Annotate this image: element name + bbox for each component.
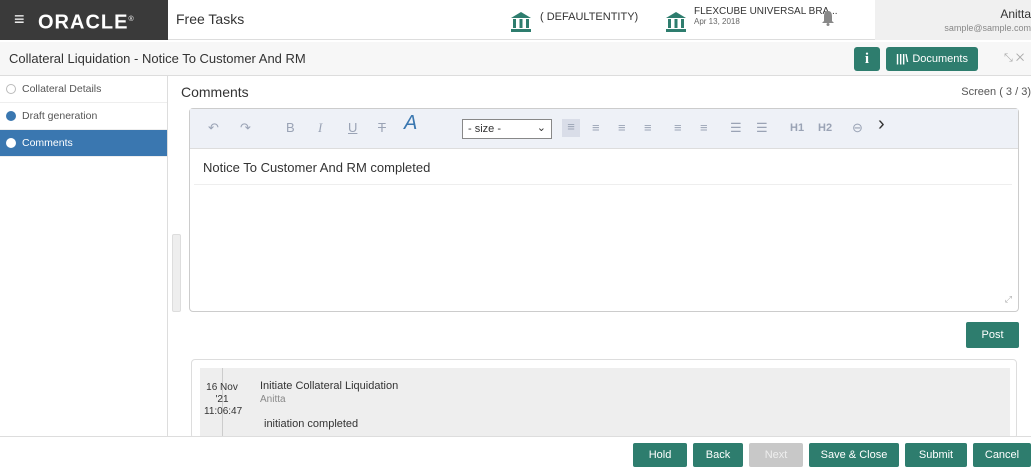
step-dot-icon: [6, 111, 16, 121]
sidebar-item-comments[interactable]: Comments: [0, 130, 167, 157]
font-size-select[interactable]: - size - ⌄: [462, 119, 552, 139]
branch-bank-icon: [666, 12, 686, 32]
cancel-button[interactable]: Cancel: [973, 443, 1031, 467]
bold-icon[interactable]: B: [286, 120, 295, 136]
free-tasks-link[interactable]: Free Tasks: [176, 11, 244, 27]
editor-toolbar: ↶ ↷ B I U T A - size - ⌄ ≡ ≡ ≡ ≡ ≡ ≡ ☰ ☰ …: [190, 109, 1018, 149]
close-icon[interactable]: ✕: [1016, 52, 1024, 64]
chevron-down-icon: ⌄: [536, 122, 546, 134]
chevron-right-icon[interactable]: ›: [878, 114, 885, 134]
step-dot-icon: [6, 138, 16, 148]
user-profile[interactable]: Anitta sample@sample.com: [875, 0, 1031, 40]
underline-icon[interactable]: U: [348, 120, 357, 136]
italic-icon[interactable]: I: [318, 120, 322, 136]
align-right-icon[interactable]: ≡: [618, 120, 626, 136]
resize-icon[interactable]: ⤢: [1005, 294, 1012, 305]
post-button[interactable]: Post: [966, 322, 1019, 348]
outdent-icon[interactable]: ≡: [700, 120, 708, 136]
indent-icon[interactable]: ≡: [674, 120, 682, 136]
comments-list: 16 Nov '21 11:06:47 Initiate Collateral …: [191, 359, 1017, 439]
entity-bank-icon: [511, 12, 531, 32]
save-close-button[interactable]: Save & Close: [809, 443, 899, 467]
content-divider: [194, 184, 1012, 185]
page-title: Collateral Liquidation - Notice To Custo…: [9, 51, 306, 66]
submit-button[interactable]: Submit: [905, 443, 967, 467]
main-content: Comments Screen ( 3 / 3) ↶ ↷ B I U T A -…: [181, 76, 1031, 439]
strikethrough-icon[interactable]: T: [378, 120, 386, 136]
sidebar-item-draft-generation[interactable]: Draft generation: [0, 103, 167, 130]
documents-button[interactable]: |||\ Documents: [886, 47, 978, 71]
title-bar: Collateral Liquidation - Notice To Custo…: [0, 42, 1031, 76]
user-email: sample@sample.com: [944, 23, 1031, 33]
heading2-icon[interactable]: H2: [818, 120, 832, 136]
bullet-list-icon[interactable]: ☰: [730, 120, 742, 136]
comment-editor[interactable]: ↶ ↷ B I U T A - size - ⌄ ≡ ≡ ≡ ≡ ≡ ≡ ☰ ☰ …: [189, 108, 1019, 312]
section-title: Comments: [181, 84, 249, 100]
font-color-icon[interactable]: A: [404, 113, 417, 133]
link-icon[interactable]: ⊖: [852, 120, 863, 136]
oracle-logo: ORACLE®: [38, 11, 135, 34]
documents-icon: |||\: [896, 53, 909, 65]
entity-selector[interactable]: ( DEFAULTENTITY): [540, 11, 638, 23]
minimize-icon[interactable]: ⤡: [1004, 52, 1013, 64]
heading1-icon[interactable]: H1: [790, 120, 804, 136]
comment-item: 16 Nov '21 11:06:47 Initiate Collateral …: [200, 368, 1010, 438]
redo-icon[interactable]: ↷: [240, 120, 251, 136]
undo-icon[interactable]: ↶: [208, 120, 219, 136]
user-name: Anitta: [1000, 7, 1031, 21]
sidebar-resize-handle[interactable]: [172, 234, 181, 312]
branch-date: Apr 13, 2018: [694, 17, 740, 26]
back-button[interactable]: Back: [693, 443, 743, 467]
comment-date: 16 Nov '21 11:06:47: [204, 382, 243, 417]
window-controls: ⤡ ✕: [1004, 52, 1024, 65]
step-dot-icon: [6, 84, 16, 94]
brand-area: ≡ ORACLE®: [0, 0, 168, 40]
next-button[interactable]: Next: [749, 443, 803, 467]
align-left-icon[interactable]: ≡: [562, 119, 580, 137]
info-button[interactable]: i: [854, 47, 880, 71]
bell-icon[interactable]: [821, 10, 835, 26]
menu-icon[interactable]: ≡: [14, 9, 25, 29]
screen-indicator: Screen ( 3 / 3): [961, 86, 1031, 98]
align-center-icon[interactable]: ≡: [592, 120, 600, 136]
numbered-list-icon[interactable]: ☰: [756, 120, 768, 136]
comment-title: Initiate Collateral Liquidation: [260, 380, 399, 392]
sidebar-item-collateral-details[interactable]: Collateral Details: [0, 76, 167, 103]
steps-sidebar: Collateral Details Draft generation Comm…: [0, 76, 168, 436]
comment-text: initiation completed: [264, 418, 359, 430]
justify-icon[interactable]: ≡: [644, 120, 652, 136]
footer-bar: Hold Back Next Save & Close Submit Cance…: [0, 436, 1031, 467]
comment-user: Anitta: [260, 394, 286, 405]
top-bar: ≡ ORACLE® Free Tasks ( DEFAULTENTITY) FL…: [0, 0, 1031, 40]
editor-content[interactable]: Notice To Customer And RM completed: [203, 160, 430, 175]
hold-button[interactable]: Hold: [633, 443, 687, 467]
branch-name[interactable]: FLEXCUBE UNIVERSAL BRA...: [694, 6, 838, 17]
